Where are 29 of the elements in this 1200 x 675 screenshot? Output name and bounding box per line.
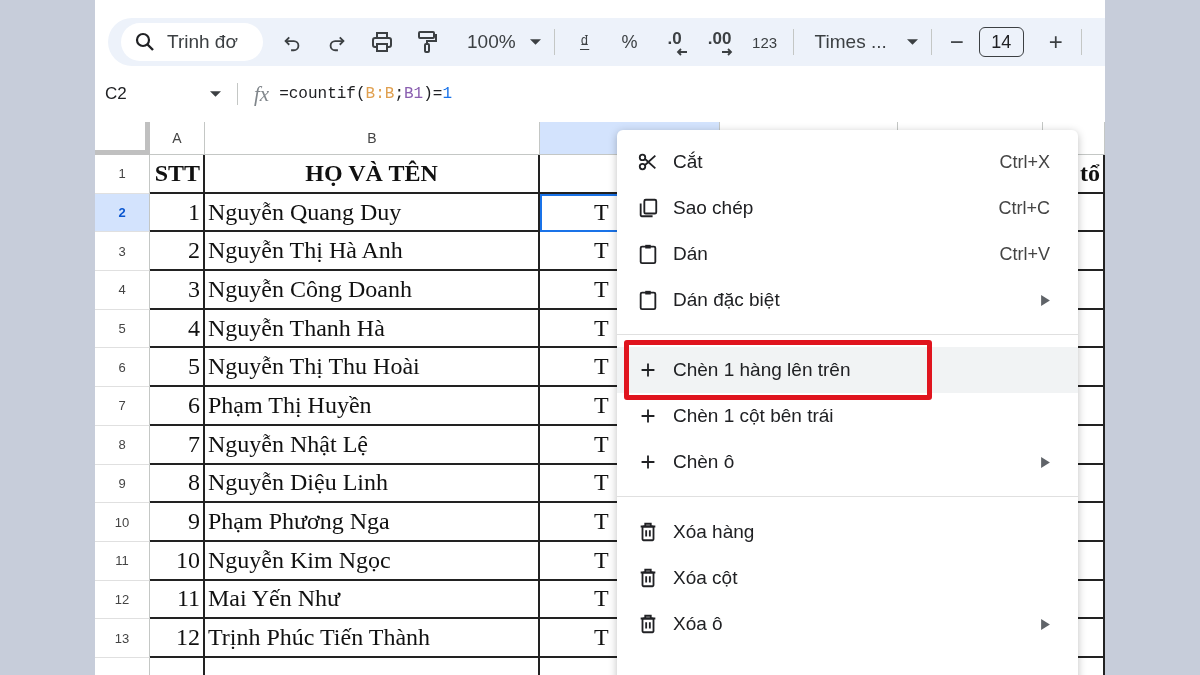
table-cell: Nguyễn Công Doanh [205,271,540,310]
table-cell: 7 [150,425,205,465]
table-cell: 11 [150,580,205,620]
shortcut-label: Ctrl+V [999,243,1050,265]
table-cell: Nguyễn Thị Thu Hoài [205,348,540,388]
table-cell: 4 [150,309,205,349]
table-cell: Phạm Thị Huyền [205,387,540,426]
table-cell: Nguyễn Nhật Lệ [205,425,540,465]
table-cell: STT [150,155,205,194]
table-cell: 9 [150,503,205,542]
table-cell: Nguyễn Thị Hà Anh [205,232,540,272]
table-cell: 10 [150,541,205,581]
table-cell: 8 [150,464,205,504]
table-cell: 6 [150,387,205,426]
table-cell: 12 [150,619,205,658]
table-cell: Trịnh Phúc Tiến Thành [205,619,540,658]
table-cell: 2 [150,232,205,272]
table-cell: Nguyễn Kim Ngọc [205,541,540,581]
table-cell: Nguyễn Quang Duy [205,193,540,233]
table-cell: HỌ VÀ TÊN [205,155,540,194]
table-cell: 5 [150,348,205,388]
table-cell: 3 [150,271,205,310]
function-label: fx [254,81,270,107]
table-cell: 1 [150,193,205,233]
table-cell: Nguyễn Diệu Linh [205,464,540,504]
table-cell: Nguyễn Thanh Hà [205,309,540,349]
shortcut-label: Ctrl+C [998,197,1050,219]
table-cell: Phạm Phương Nga [205,503,540,542]
table-cell: Mai Yến Như [205,580,540,620]
